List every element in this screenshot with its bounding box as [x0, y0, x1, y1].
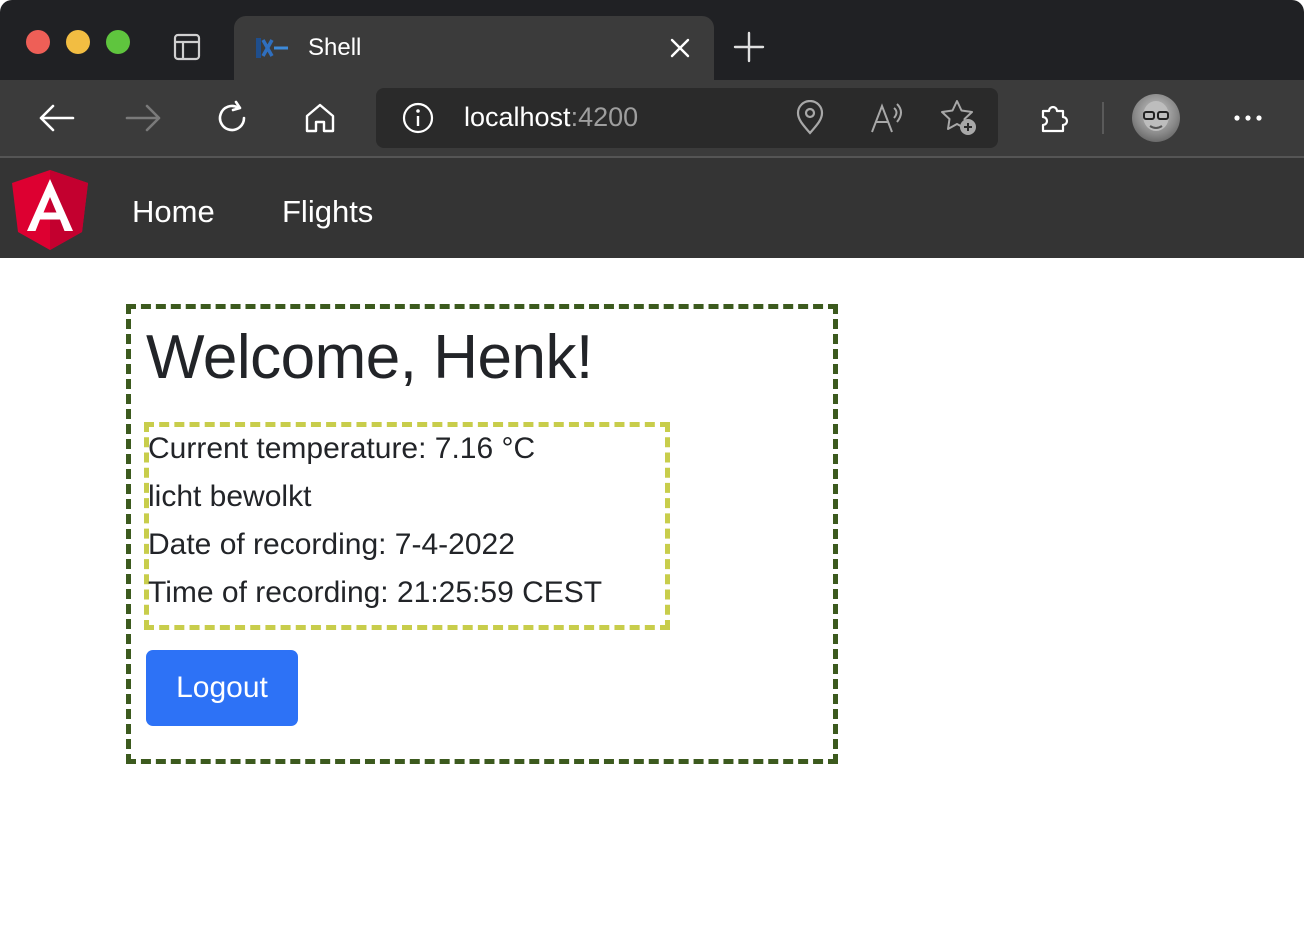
- weather-description: licht bewolkt: [148, 480, 312, 513]
- close-icon[interactable]: [668, 36, 692, 60]
- nav-flights[interactable]: Flights: [282, 194, 373, 230]
- browser-titlebar: Shell: [0, 0, 1304, 80]
- tab-title: Shell: [308, 34, 362, 61]
- url-port: :4200: [570, 102, 639, 132]
- tab-shell[interactable]: Shell: [234, 16, 714, 80]
- home-icon[interactable]: [300, 98, 340, 138]
- page-title: Welcome, Henk!: [146, 323, 593, 392]
- extensions-icon[interactable]: [1034, 98, 1074, 138]
- browser-toolbar: localhost:4200: [0, 80, 1304, 158]
- refresh-icon[interactable]: [212, 98, 252, 138]
- back-icon[interactable]: [36, 98, 76, 138]
- avatar[interactable]: [1132, 94, 1180, 142]
- location-icon[interactable]: [794, 99, 826, 136]
- read-aloud-icon[interactable]: [870, 102, 904, 134]
- forward-icon[interactable]: [124, 98, 164, 138]
- recording-date: Date of recording: 7-4-2022: [148, 528, 515, 561]
- temperature-text: Current temperature: 7.16 °C: [148, 432, 536, 465]
- logout-button[interactable]: Logout: [146, 650, 298, 726]
- recording-time: Time of recording: 21:25:59 CEST: [148, 576, 603, 609]
- url-host: localhost: [464, 102, 571, 132]
- info-icon[interactable]: [402, 102, 434, 134]
- address-bar[interactable]: localhost:4200: [376, 88, 998, 148]
- angular-logo-icon[interactable]: [12, 170, 88, 250]
- favorites-add-icon[interactable]: [940, 98, 980, 138]
- close-window-button[interactable]: [26, 30, 50, 54]
- more-icon[interactable]: [1228, 98, 1268, 138]
- toolbar-divider: [1102, 102, 1104, 134]
- minimize-window-button[interactable]: [66, 30, 90, 54]
- app-navbar: Home Flights: [0, 158, 1304, 258]
- nav-home[interactable]: Home: [132, 194, 215, 230]
- maximize-window-button[interactable]: [106, 30, 130, 54]
- favicon-icon: [256, 36, 290, 60]
- tab-actions-icon[interactable]: [172, 32, 202, 62]
- new-tab-icon[interactable]: [732, 30, 766, 64]
- url-text: localhost:4200: [464, 102, 638, 133]
